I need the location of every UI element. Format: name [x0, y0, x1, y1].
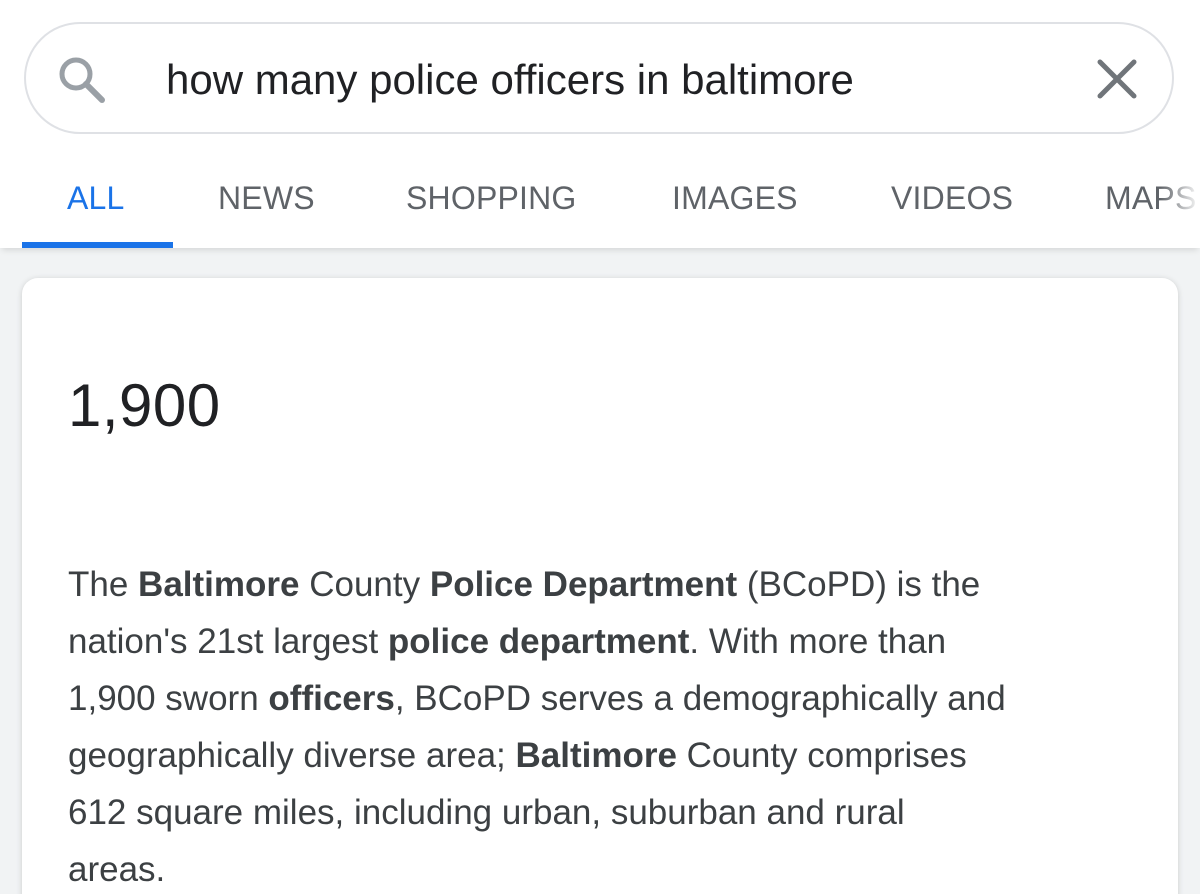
snippet-line: nation's 21st largest police department.…: [68, 613, 1148, 670]
search-results-page: how many police officers in baltimore AL…: [0, 0, 1200, 894]
snippet-highlight: Baltimore: [515, 736, 677, 775]
tab-shopping[interactable]: SHOPPING: [406, 178, 577, 218]
snippet-highlight: police department: [387, 622, 690, 661]
snippet-run: The: [68, 565, 139, 604]
tab-all[interactable]: ALL: [67, 178, 125, 218]
featured-snippet-card: 1,900 The Baltimore County Police Depart…: [22, 278, 1178, 894]
search-icon[interactable]: [56, 54, 108, 106]
snippet-run: 612 square miles, including urban, subur…: [68, 793, 905, 832]
search-input[interactable]: how many police officers in baltimore: [166, 52, 854, 108]
snippet-line: areas.: [68, 841, 1148, 894]
search-bar[interactable]: how many police officers in baltimore: [24, 22, 1174, 134]
snippet-line: 1,900 sworn officers, BCoPD serves a dem…: [68, 670, 1148, 727]
tab-images[interactable]: IMAGES: [672, 178, 798, 218]
snippet-run: areas.: [68, 850, 166, 889]
snippet-line: geographically diverse area; Baltimore C…: [68, 727, 1148, 784]
close-icon[interactable]: [1092, 54, 1142, 104]
snippet-run: nation's 21st largest: [68, 622, 388, 661]
snippet-highlight: officers: [268, 679, 395, 718]
snippet-run: County comprises: [676, 736, 967, 775]
active-tab-indicator: [22, 242, 173, 248]
snippet-run: , BCoPD serves a demographically and: [394, 679, 1006, 718]
snippet-run: County: [299, 565, 430, 604]
search-tabs: ALL NEWS SHOPPING IMAGES VIDEOS MAPS: [0, 150, 1200, 248]
tabs-scroll-fade: [1160, 150, 1200, 248]
tab-videos[interactable]: VIDEOS: [891, 178, 1013, 218]
tab-news[interactable]: NEWS: [218, 178, 315, 218]
snippet-run: . With more than: [689, 622, 947, 661]
snippet-line: 612 square miles, including urban, subur…: [68, 784, 1148, 841]
snippet-run: geographically diverse area;: [68, 736, 516, 775]
snippet-text: The Baltimore County Police Department (…: [68, 556, 1148, 894]
snippet-run: (BCoPD) is the: [737, 565, 981, 604]
snippet-run: 1,900 sworn: [68, 679, 269, 718]
featured-answer: 1,900: [68, 372, 221, 439]
snippet-line: The Baltimore County Police Department (…: [68, 556, 1148, 613]
snippet-highlight: Baltimore: [138, 565, 300, 604]
snippet-highlight: Police Department: [429, 565, 738, 604]
